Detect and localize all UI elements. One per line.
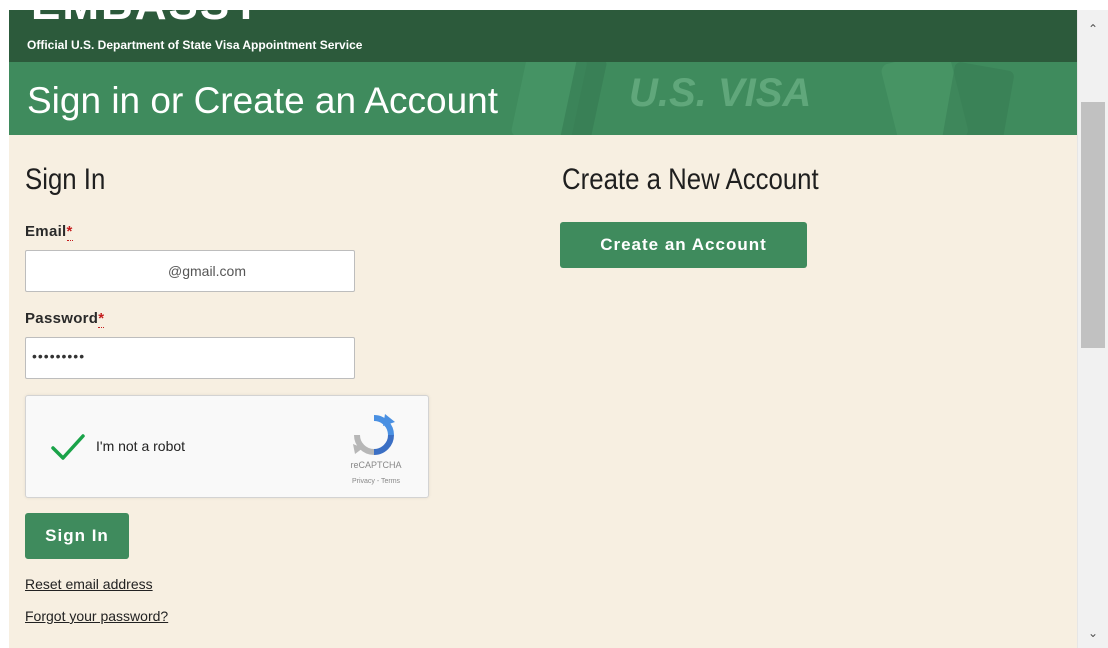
forgot-password-link[interactable]: Forgot your password? bbox=[25, 608, 168, 624]
recaptcha-widget[interactable]: I'm not a robot reCAPTCHA Privacy - Term… bbox=[25, 395, 429, 498]
page-title: Sign in or Create an Account bbox=[27, 80, 499, 121]
recaptcha-logo-icon bbox=[353, 414, 395, 455]
captcha-brand: reCAPTCHA bbox=[350, 460, 402, 470]
email-value: @gmail.com bbox=[168, 263, 247, 279]
banner-visa-art: U.S. VISA bbox=[479, 62, 1019, 135]
password-value: ••••••••• bbox=[32, 348, 86, 364]
header-subtitle: Official U.S. Department of State Visa A… bbox=[27, 38, 363, 52]
checkmark-icon[interactable] bbox=[50, 432, 86, 462]
site-header: EMBASSY Official U.S. Department of Stat… bbox=[9, 10, 1077, 62]
banner-watermark: U.S. VISA bbox=[629, 71, 811, 115]
create-account-heading: Create a New Account bbox=[562, 163, 819, 196]
required-mark: * bbox=[98, 310, 105, 328]
scrollbar[interactable]: ⌃ ⌄ bbox=[1077, 10, 1108, 648]
email-label: Email* bbox=[25, 223, 73, 241]
password-field[interactable]: ••••••••• bbox=[25, 337, 355, 379]
create-account-button[interactable]: Create an Account bbox=[560, 222, 807, 268]
password-label: Password* bbox=[25, 310, 105, 328]
captcha-label: I'm not a robot bbox=[96, 438, 186, 454]
sign-in-heading: Sign In bbox=[25, 163, 106, 196]
scroll-down-icon[interactable]: ⌄ bbox=[1078, 622, 1108, 644]
page-viewport: EMBASSY Official U.S. Department of Stat… bbox=[9, 10, 1077, 648]
required-mark: * bbox=[66, 223, 73, 241]
scroll-up-icon[interactable]: ⌃ bbox=[1078, 18, 1108, 40]
email-field[interactable]: @gmail.com bbox=[25, 250, 355, 292]
page-banner: U.S. VISA Sign in or Create an Account bbox=[9, 62, 1077, 135]
site-logo: EMBASSY bbox=[31, 10, 263, 30]
reset-email-link[interactable]: Reset email address bbox=[25, 576, 153, 592]
scrollbar-thumb[interactable] bbox=[1081, 102, 1105, 348]
sign-in-button[interactable]: Sign In bbox=[25, 513, 129, 559]
captcha-links[interactable]: Privacy - Terms bbox=[336, 478, 416, 485]
email-label-text: Email bbox=[25, 223, 67, 240]
password-label-text: Password bbox=[25, 310, 99, 327]
